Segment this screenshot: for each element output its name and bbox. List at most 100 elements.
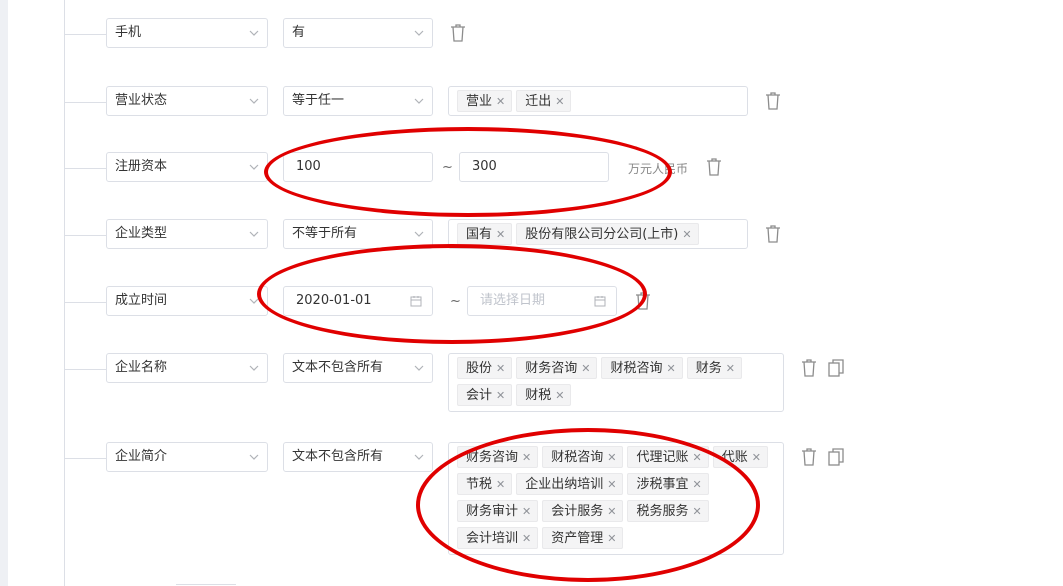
tag: 股份有限公司分公司(上市) ✕ [516,223,699,245]
condition-tree-line [64,0,65,586]
remove-tag-icon[interactable]: ✕ [496,228,505,241]
remove-tag-icon[interactable]: ✕ [496,95,505,108]
tag-input[interactable]: 财务咨询 ✕ 财税咨询 ✕ 代理记账 ✕ 代账 ✕节税 ✕ 企业出纳培训 ✕ 涉税事宜 ✕财务审计 ✕ 会计… [448,442,784,555]
field-select[interactable]: 成立时间 [106,286,268,316]
range-from-input[interactable]: 100 [283,152,433,182]
tag-label: 股份有限公司分公司(上市) [525,227,679,242]
end-date-placeholder: 请选择日期 [480,293,546,308]
tag: 财务 ✕ [686,357,742,379]
remove-tag-icon[interactable]: ✕ [692,478,701,491]
tag-input[interactable]: 国有 ✕ 股份有限公司分公司(上市) ✕ [448,219,748,249]
field-select[interactable]: 营业状态 [106,86,268,116]
tag-label: 国有 [466,227,493,242]
start-date-value: 2020-01-01 [296,293,372,308]
tag: 财务审计 ✕ [457,500,539,522]
tag: 国有 ✕ [457,223,513,245]
tag: 财务咨询 ✕ [457,446,539,468]
tag: 迁出 ✕ [516,90,572,112]
operator-select[interactable]: 文本不包含所有 [283,442,433,472]
remove-tag-icon[interactable]: ✕ [496,478,505,491]
tag-label: 财务 [695,361,722,376]
remove-tag-icon[interactable]: ✕ [682,228,691,241]
tag: 代账 ✕ [712,446,768,468]
trash-icon[interactable] [705,157,723,177]
copy-icon[interactable] [827,447,845,467]
trash-icon[interactable] [800,358,818,378]
tag-label: 会计培训 [466,531,519,546]
trash-icon[interactable] [449,23,467,43]
remove-tag-icon[interactable]: ✕ [555,389,564,402]
tree-branch [64,302,106,303]
tree-branch [64,168,106,169]
remove-tag-icon[interactable]: ✕ [555,95,564,108]
field-select-value: 营业状态 [115,93,168,108]
trash-icon[interactable] [764,91,782,111]
tag: 会计培训 ✕ [457,527,539,549]
field-select[interactable]: 手机 [106,18,268,48]
tag-label: 涉税事宜 [636,477,689,492]
operator-select-value: 文本不包含所有 [292,360,384,375]
trash-icon[interactable] [764,224,782,244]
operator-select[interactable]: 文本不包含所有 [283,353,433,383]
chevron-down-icon [249,365,259,371]
operator-select[interactable]: 有 [283,18,433,48]
tree-branch [64,235,106,236]
remove-tag-icon[interactable]: ✕ [522,451,531,464]
end-date-input[interactable]: 请选择日期 [467,286,617,316]
remove-tag-icon[interactable]: ✕ [607,478,616,491]
field-select-value: 手机 [115,25,142,40]
remove-tag-icon[interactable]: ✕ [496,389,505,402]
remove-tag-icon[interactable]: ✕ [496,362,505,375]
field-select[interactable]: 企业名称 [106,353,268,383]
remove-tag-icon[interactable]: ✕ [522,532,531,545]
field-select[interactable]: 注册资本 [106,152,268,182]
remove-tag-icon[interactable]: ✕ [692,451,701,464]
operator-select-value: 不等于所有 [292,226,358,241]
trash-icon[interactable] [634,291,652,311]
chevron-down-icon [249,164,259,170]
operator-select-value: 文本不包含所有 [292,449,384,464]
remove-tag-icon[interactable]: ✕ [692,505,701,518]
chevron-down-icon [249,231,259,237]
field-select-value: 注册资本 [115,159,168,174]
remove-tag-icon[interactable]: ✕ [726,362,735,375]
chevron-down-icon [414,365,424,371]
remove-tag-icon[interactable]: ✕ [752,451,761,464]
remove-tag-icon[interactable]: ✕ [607,451,616,464]
range-separator: ~ [450,294,461,309]
range-to-input[interactable]: 300 [459,152,609,182]
tag: 财税咨询 ✕ [542,446,624,468]
tag-label: 财税 [525,388,552,403]
calendar-icon [410,296,422,307]
tag: 资产管理 ✕ [542,527,624,549]
tag-label: 财务审计 [466,504,519,519]
field-select[interactable]: 企业类型 [106,219,268,249]
calendar-icon [594,296,606,307]
tag-label: 股份 [466,361,493,376]
operator-select[interactable]: 不等于所有 [283,219,433,249]
copy-icon[interactable] [827,358,845,378]
field-select[interactable]: 企业简介 [106,442,268,472]
operator-select-value: 有 [292,25,306,40]
remove-tag-icon[interactable]: ✕ [607,532,616,545]
trash-icon[interactable] [800,447,818,467]
field-select-value: 企业名称 [115,360,168,375]
tag-label: 财税咨询 [551,450,604,465]
operator-select[interactable]: 等于任一 [283,86,433,116]
tag-label: 财务咨询 [525,361,578,376]
tag: 节税 ✕ [457,473,513,495]
remove-tag-icon[interactable]: ✕ [666,362,675,375]
tag: 企业出纳培训 ✕ [516,473,624,495]
start-date-input[interactable]: 2020-01-01 [283,286,433,316]
remove-tag-icon[interactable]: ✕ [607,505,616,518]
tag-input[interactable]: 股份 ✕ 财务咨询 ✕ 财税咨询 ✕ 财务 ✕会计 ✕ 财税 ✕ [448,353,784,412]
chevron-down-icon [414,454,424,460]
remove-tag-icon[interactable]: ✕ [522,505,531,518]
chevron-down-icon [249,30,259,36]
tree-branch [64,34,106,35]
remove-tag-icon[interactable]: ✕ [581,362,590,375]
tag-label: 节税 [466,477,493,492]
field-select-value: 成立时间 [115,293,168,308]
tag-input[interactable]: 营业 ✕ 迁出 ✕ [448,86,748,116]
chevron-down-icon [249,298,259,304]
